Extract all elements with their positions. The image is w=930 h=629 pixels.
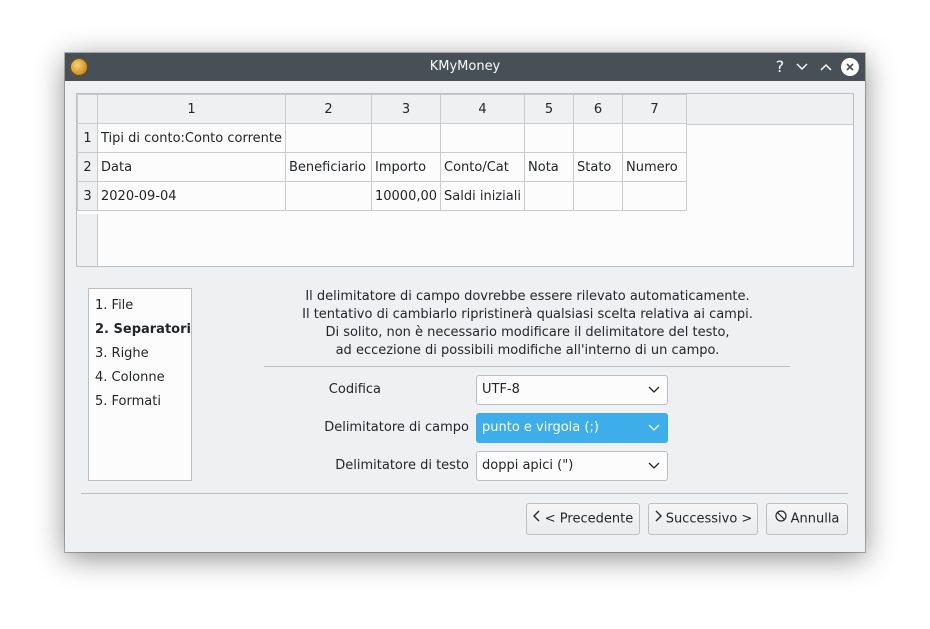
table-cell[interactable]: Tipi di conto:Conto corrente — [97, 123, 286, 153]
cancel-icon — [774, 504, 787, 534]
close-button[interactable] — [841, 58, 859, 76]
table-cell[interactable]: Beneficiario — [284, 152, 372, 182]
help-button[interactable]: ? — [771, 58, 789, 76]
maximize-button[interactable] — [817, 58, 835, 76]
table-cell[interactable] — [573, 181, 624, 211]
table-row: 1 Tipi di conto:Conto corrente — [77, 123, 688, 153]
chevron-down-icon — [648, 386, 660, 393]
table-row: 2 Data Beneficiario Importo Conto/Cat No… — [77, 152, 688, 182]
preview-table[interactable]: 1 2 3 4 5 6 7 1 Tipi di conto:Conto corr… — [76, 93, 854, 267]
table-row: 3 2020-09-04 10000,00 Saldi iniziali — [77, 181, 688, 211]
wizard-steps-list: 1. File 2. Separatori 3. Righe 4. Colonn… — [88, 288, 192, 481]
row-header[interactable]: 1 — [77, 123, 98, 153]
row-header-filler — [77, 214, 98, 266]
cancel-label: Annulla — [790, 511, 840, 527]
kmymoney-window: KMyMoney ? 1 2 3 4 5 6 7 1 Tipi di conto… — [65, 53, 865, 552]
next-label: Successivo > — [665, 511, 753, 527]
table-cell[interactable]: Numero — [622, 152, 688, 182]
table-cell[interactable]: Importo — [370, 152, 442, 182]
previous-button[interactable]: < Precedente — [526, 503, 640, 535]
table-cell[interactable] — [284, 181, 372, 211]
table-cell[interactable]: 10000,00 — [370, 181, 442, 211]
table-cell[interactable]: 2020-09-04 — [97, 181, 286, 211]
step-file: 1. File — [95, 298, 134, 313]
minimize-button[interactable] — [793, 58, 811, 76]
row-header[interactable]: 3 — [77, 181, 98, 211]
column-header[interactable]: 4 — [440, 94, 526, 124]
chevron-left-icon — [532, 504, 541, 534]
text-delimiter-label: Delimitatore di testo — [335, 458, 469, 473]
table-cell[interactable] — [524, 123, 575, 153]
close-icon — [846, 63, 854, 71]
description-line: ad eccezione di possibili modifiche all'… — [335, 343, 720, 358]
divider — [81, 493, 848, 494]
description-line: Il delimitatore di campo dovrebbe essere… — [305, 289, 750, 304]
divider — [264, 366, 790, 367]
titlebar[interactable]: KMyMoney ? — [65, 53, 865, 81]
step-separatori: 2. Separatori — [95, 322, 191, 337]
table-cell[interactable]: Saldi iniziali — [440, 181, 526, 211]
column-header[interactable]: 3 — [370, 94, 442, 124]
chevron-down-icon — [796, 63, 808, 71]
table-cell[interactable] — [524, 181, 575, 211]
chevron-down-icon — [648, 424, 660, 431]
table-cell[interactable] — [370, 123, 442, 153]
text-delimiter-value: doppi apici (") — [482, 458, 574, 473]
column-header[interactable]: 7 — [622, 94, 688, 124]
step-righe: 3. Righe — [95, 346, 149, 361]
table-cell[interactable] — [440, 123, 526, 153]
step-formati: 5. Formati — [95, 394, 161, 409]
table-cell[interactable]: Data — [97, 152, 286, 182]
table-cell[interactable] — [573, 123, 624, 153]
column-header[interactable]: 6 — [573, 94, 624, 124]
description-text: Il delimitatore di campo dovrebbe essere… — [265, 288, 790, 360]
corner-header — [77, 94, 98, 124]
table-cell[interactable]: Stato — [573, 152, 624, 182]
column-header-row: 1 2 3 4 5 6 7 — [77, 94, 688, 124]
preview-grid: 1 2 3 4 5 6 7 1 Tipi di conto:Conto corr… — [77, 94, 688, 211]
encoding-value: UTF-8 — [482, 382, 520, 397]
header-filler — [682, 94, 853, 125]
chevron-up-icon — [820, 63, 832, 71]
chevron-down-icon — [648, 462, 660, 469]
chevron-right-icon — [654, 504, 662, 534]
table-cell[interactable] — [622, 123, 688, 153]
cancel-button[interactable]: Annulla — [766, 503, 848, 535]
field-delimiter-select[interactable]: punto e virgola (;) — [476, 413, 668, 443]
text-delimiter-select[interactable]: doppi apici (") — [476, 451, 668, 481]
table-cell[interactable] — [284, 123, 372, 153]
field-delimiter-value: punto e virgola (;) — [482, 420, 599, 435]
column-header[interactable]: 1 — [97, 94, 286, 124]
window-title: KMyMoney — [429, 59, 501, 74]
step-colonne: 4. Colonne — [95, 370, 165, 385]
encoding-label: Codifica — [328, 382, 381, 397]
row-header[interactable]: 2 — [77, 152, 98, 182]
next-button[interactable]: Successivo > — [648, 503, 758, 535]
table-cell[interactable] — [622, 181, 688, 211]
previous-label: < Precedente — [544, 511, 634, 527]
column-header[interactable]: 2 — [284, 94, 372, 124]
encoding-select[interactable]: UTF-8 — [476, 375, 668, 405]
description-line: Di solito, non è necessario modificare i… — [325, 325, 730, 340]
table-cell[interactable]: Nota — [524, 152, 575, 182]
table-cell[interactable]: Conto/Cat — [440, 152, 526, 182]
description-line: Il tentativo di cambiarlo ripristinerà q… — [302, 307, 753, 322]
column-header[interactable]: 5 — [524, 94, 575, 124]
field-delimiter-label: Delimitatore di campo — [324, 420, 469, 435]
